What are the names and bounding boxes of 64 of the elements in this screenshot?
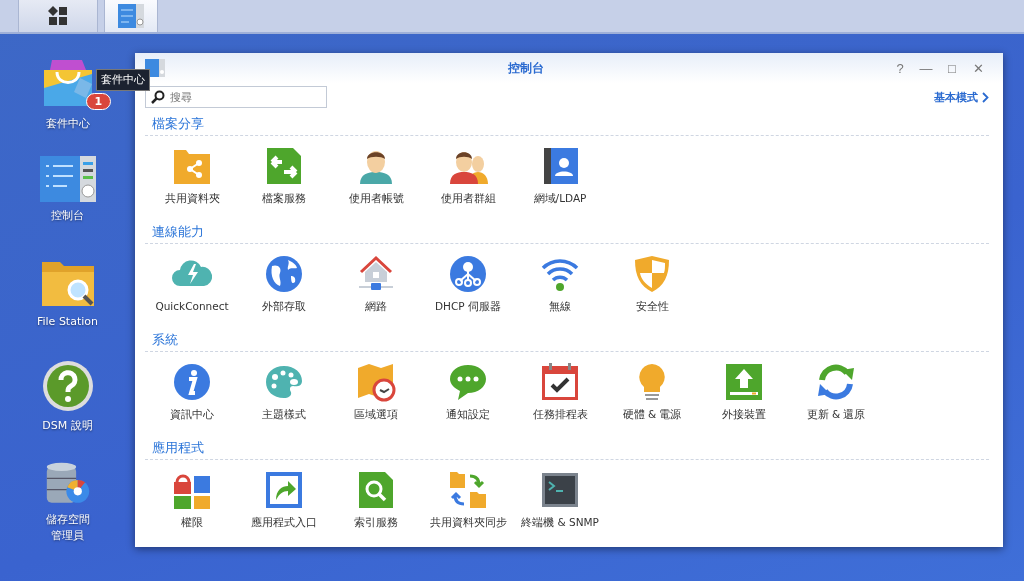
- notification-badge: 1: [85, 93, 112, 110]
- setting-item-label[interactable]: 終端機 & SNMP: [521, 516, 599, 530]
- setting-item-label[interactable]: 檔案服務: [262, 192, 306, 206]
- globe-icon: [264, 254, 304, 294]
- search-icon: [151, 90, 165, 104]
- close-button[interactable]: ✕: [965, 60, 991, 76]
- setting-item-label[interactable]: DHCP 伺服器: [435, 300, 501, 314]
- desktop-icon-label[interactable]: DSM 說明: [42, 418, 93, 434]
- calendar-check-icon: [540, 362, 580, 402]
- setting-item-label[interactable]: 網域/LDAP: [533, 192, 587, 206]
- chat-bubble-icon: [448, 362, 488, 402]
- setting-item-label[interactable]: 主題樣式: [262, 408, 306, 422]
- setting-item-label[interactable]: 安全性: [635, 300, 669, 314]
- setting-item-label[interactable]: 共用資料夾: [164, 192, 220, 206]
- maximize-button[interactable]: □: [939, 60, 965, 76]
- setting-item-label[interactable]: 任務排程表: [532, 408, 588, 422]
- setting-item-label[interactable]: 外接裝置: [722, 408, 766, 422]
- setting-item-label[interactable]: 資訊中心: [170, 408, 214, 422]
- control-panel-icon: [145, 59, 165, 77]
- desktop-icon-label[interactable]: 套件中心: [45, 116, 90, 132]
- minimize-button[interactable]: —: [913, 60, 939, 76]
- setting-item-label[interactable]: 網路: [365, 300, 387, 314]
- setting-item-label[interactable]: 外部存取: [262, 300, 306, 314]
- window-title: 控制台: [507, 59, 545, 77]
- network-node-icon: [448, 254, 488, 294]
- terminal-icon: [540, 470, 580, 510]
- desktop-icon-label[interactable]: File Station: [37, 314, 98, 330]
- upload-drive-icon: [724, 362, 764, 402]
- desktop-icon-label[interactable]: 控制台: [51, 208, 84, 224]
- setting-item-label[interactable]: 共用資料夾同步: [429, 516, 507, 530]
- setting-item-label[interactable]: 通知設定: [446, 408, 490, 422]
- taskbar-button[interactable]: [18, 0, 98, 32]
- setting-item-label[interactable]: 區域選項: [354, 408, 398, 422]
- app-grid-icon: [48, 6, 68, 26]
- map-clock-icon: [356, 362, 396, 402]
- tooltip: 套件中心: [95, 69, 150, 91]
- setting-item-label[interactable]: 更新 & 還原: [806, 408, 866, 422]
- setting-item-label[interactable]: 應用程式入口: [251, 516, 317, 530]
- basic-mode-link[interactable]: 基本模式: [934, 89, 989, 105]
- setting-item-label[interactable]: 權限: [181, 516, 203, 530]
- section-heading: 系統: [151, 331, 179, 349]
- section-heading: 應用程式: [151, 439, 205, 457]
- refresh-icon: [816, 362, 856, 402]
- desktop-icon-label[interactable]: 管理員: [51, 528, 84, 544]
- section-heading: 檔案分享: [151, 115, 205, 133]
- help-button[interactable]: ?: [887, 60, 913, 76]
- control-panel-icon: [39, 156, 96, 202]
- info-icon: [172, 362, 212, 402]
- desktop-icon-label[interactable]: 儲存空間: [45, 512, 90, 528]
- help-icon: [41, 360, 94, 412]
- control-panel-icon: [118, 4, 144, 28]
- setting-item-label[interactable]: 使用者群組: [440, 192, 496, 206]
- section-heading: 連線能力: [151, 223, 205, 241]
- setting-item-label[interactable]: 使用者帳號: [348, 192, 404, 206]
- shield-icon: [632, 254, 672, 294]
- search-field[interactable]: 搜尋: [145, 86, 327, 108]
- chevron-right-icon: [982, 91, 989, 103]
- setting-item-label[interactable]: 索引服務: [354, 516, 398, 530]
- file-arrows-icon: [264, 146, 304, 186]
- setting-item-label[interactable]: QuickConnect: [155, 300, 229, 312]
- file-search-icon: [356, 470, 396, 510]
- folder-sync-icon: [448, 470, 488, 510]
- setting-item-label[interactable]: 硬體 & 電源: [622, 408, 682, 422]
- setting-item-label[interactable]: 無線: [549, 300, 571, 314]
